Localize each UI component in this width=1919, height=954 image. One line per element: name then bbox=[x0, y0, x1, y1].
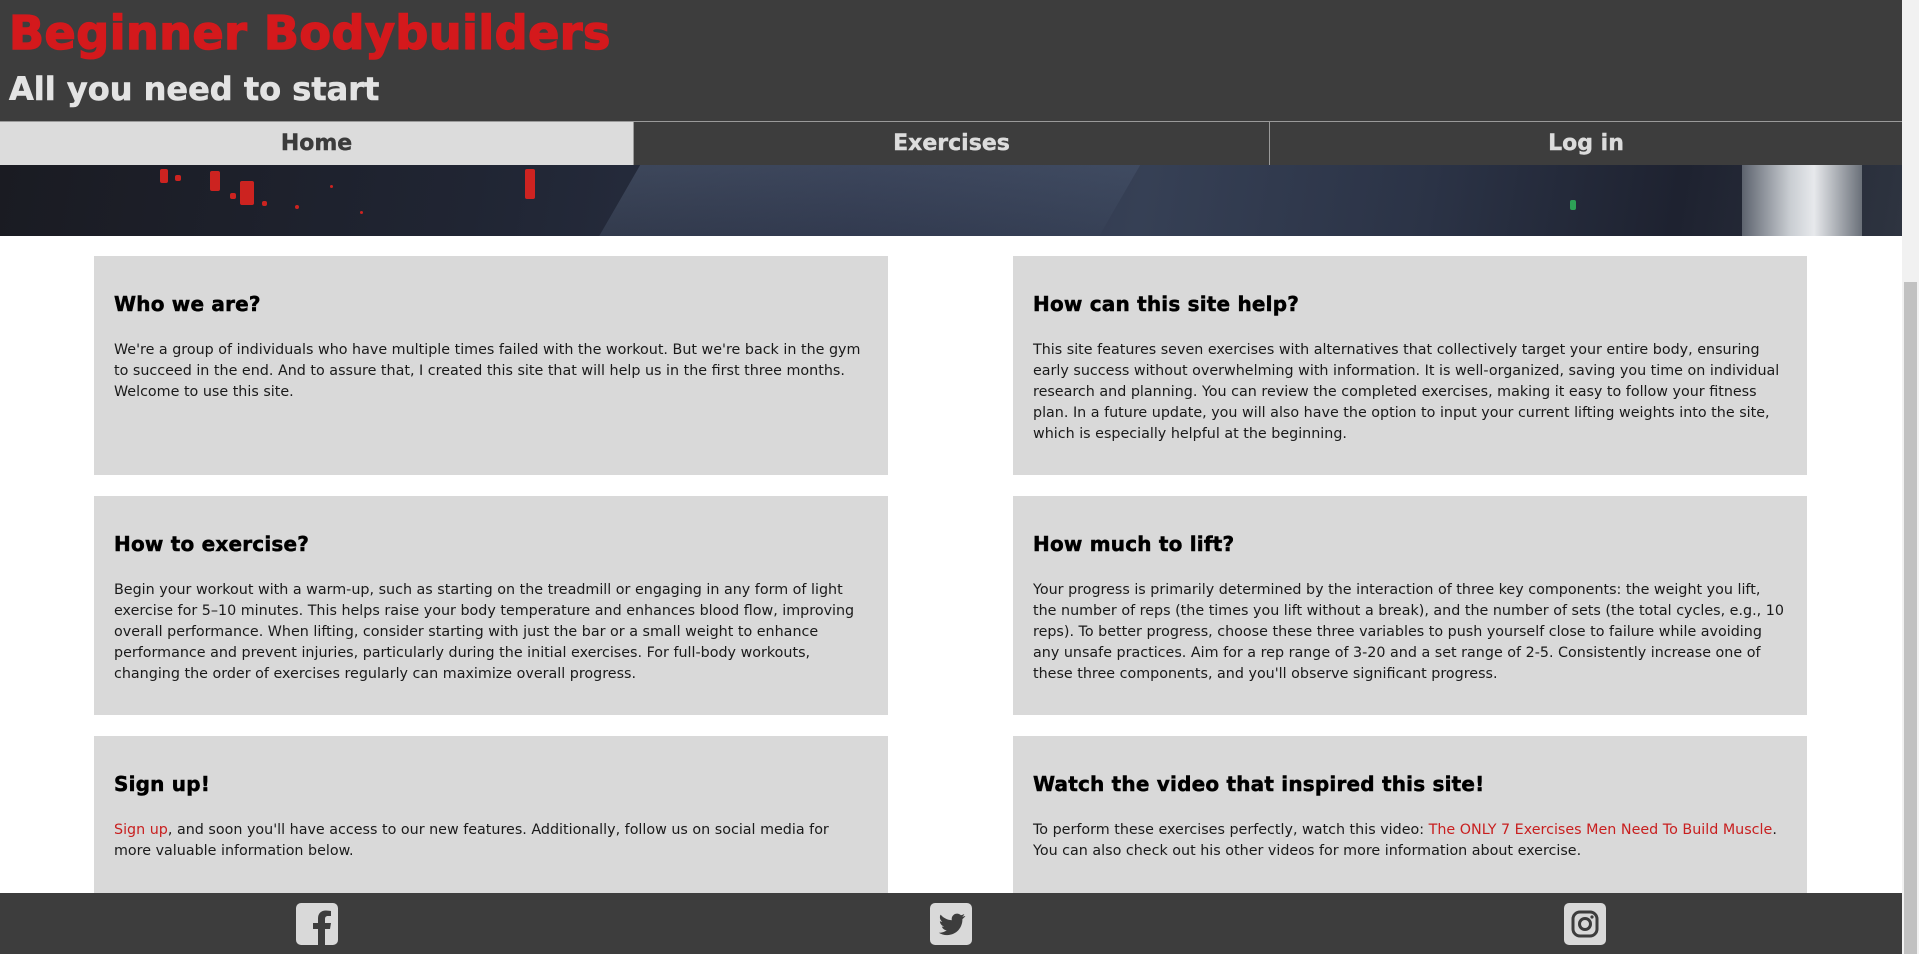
card-how-to-exercise-text: Begin your workout with a warm-up, such … bbox=[114, 582, 855, 682]
card-how-can-help: How can this site help? This site featur… bbox=[1013, 256, 1807, 475]
sign-up-text-rest: , and soon you'll have access to our new… bbox=[114, 822, 829, 859]
card-watch-video-title: Watch the video that inspired this site! bbox=[1033, 772, 1485, 797]
card-how-much-to-lift: How much to lift? Your progress is prima… bbox=[1013, 496, 1807, 715]
card-who-we-are: Who we are? We're a group of individuals… bbox=[94, 256, 888, 475]
instagram-icon[interactable] bbox=[1563, 902, 1607, 946]
video-link[interactable]: The ONLY 7 Exercises Men Need To Build M… bbox=[1429, 822, 1773, 838]
card-sign-up-text: Sign up, and soon you'll have access to … bbox=[114, 820, 868, 862]
card-how-to-exercise-title: How to exercise? bbox=[114, 532, 310, 557]
hero-banner-image bbox=[0, 165, 1902, 236]
footer-facebook-cell bbox=[0, 893, 634, 954]
card-how-to-exercise: How to exercise? Begin your workout with… bbox=[94, 496, 888, 715]
twitter-icon[interactable] bbox=[929, 902, 973, 946]
site-title: Beginner Bodybuilders bbox=[8, 5, 611, 61]
card-who-we-are-title: Who we are? bbox=[114, 292, 261, 317]
card-who-we-are-text: We're a group of individuals who have mu… bbox=[114, 342, 861, 400]
card-how-can-help-title: How can this site help? bbox=[1033, 292, 1300, 317]
main-nav: Home Exercises Log in bbox=[0, 121, 1902, 165]
scrollbar-thumb[interactable] bbox=[1904, 282, 1917, 954]
nav-home[interactable]: Home bbox=[0, 122, 633, 165]
site-tagline: All you need to start bbox=[9, 70, 380, 109]
video-text-before: To perform these exercises perfectly, wa… bbox=[1033, 822, 1429, 838]
card-watch-video-text: To perform these exercises perfectly, wa… bbox=[1033, 820, 1787, 862]
footer-twitter-cell bbox=[634, 893, 1268, 954]
card-how-much-to-lift-text: Your progress is primarily determined by… bbox=[1033, 582, 1784, 682]
vertical-scrollbar[interactable] bbox=[1902, 0, 1919, 954]
sign-up-link[interactable]: Sign up bbox=[114, 822, 168, 838]
facebook-icon[interactable] bbox=[295, 902, 339, 946]
card-how-much-to-lift-title: How much to lift? bbox=[1033, 532, 1235, 557]
nav-log-in[interactable]: Log in bbox=[1269, 122, 1902, 165]
footer-instagram-cell bbox=[1268, 893, 1902, 954]
card-how-can-help-text: This site features seven exercises with … bbox=[1033, 342, 1780, 442]
nav-exercises[interactable]: Exercises bbox=[633, 122, 1269, 165]
site-footer bbox=[0, 893, 1902, 954]
page: Beginner Bodybuilders All you need to st… bbox=[0, 0, 1902, 954]
site-header: Beginner Bodybuilders All you need to st… bbox=[0, 0, 1902, 121]
card-sign-up-title: Sign up! bbox=[114, 772, 211, 797]
